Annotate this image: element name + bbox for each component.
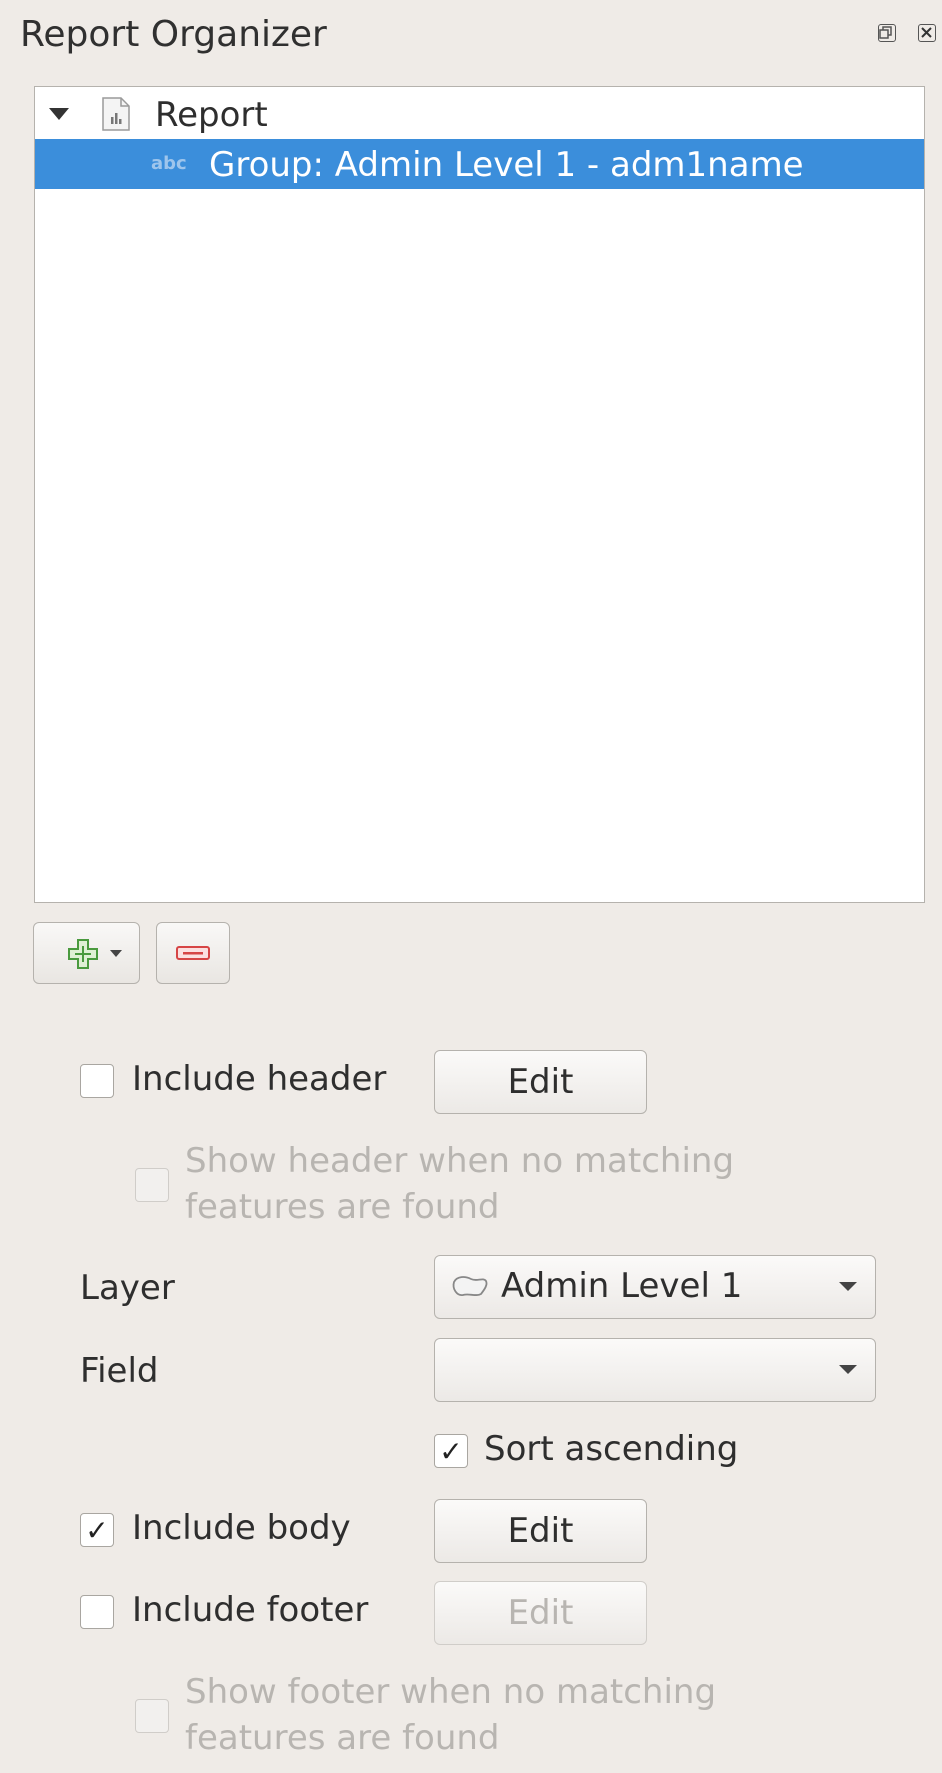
chevron-down-icon: [110, 950, 122, 957]
layer-select[interactable]: Admin Level 1: [434, 1255, 876, 1319]
field-label: Field: [80, 1351, 159, 1391]
footer-edit-button[interactable]: Edit: [434, 1581, 647, 1645]
expand-arrow-icon[interactable]: [49, 108, 69, 122]
chevron-down-icon: [839, 1282, 857, 1291]
show-footer-label-line1: Show footer when no matching: [185, 1672, 717, 1712]
polygon-layer-icon: [452, 1276, 488, 1297]
show-footer-label-line2: features are found: [185, 1718, 500, 1758]
panel-title: Report Organizer: [20, 14, 327, 55]
tree-item-group-label: Group: Admin Level 1 - adm1name: [209, 145, 804, 185]
field-select[interactable]: [434, 1338, 876, 1402]
include-header-label: Include header: [132, 1059, 387, 1099]
show-header-label-line2: features are found: [185, 1187, 500, 1227]
include-footer-label: Include footer: [132, 1590, 369, 1630]
remove-section-button[interactable]: [156, 922, 230, 984]
show-header-label-line1: Show header when no matching: [185, 1141, 735, 1181]
report-tree[interactable]: Report abc Group: Admin Level 1 - adm1na…: [34, 86, 925, 903]
include-footer-checkbox[interactable]: [80, 1595, 114, 1629]
include-body-checkbox[interactable]: ✓: [80, 1513, 114, 1547]
show-footer-checkbox[interactable]: [135, 1699, 169, 1733]
text-field-icon: abc: [151, 153, 187, 174]
report-document-icon: [102, 97, 130, 131]
layer-label: Layer: [80, 1268, 175, 1308]
add-plus-icon: [68, 939, 98, 969]
header-edit-button[interactable]: Edit: [434, 1050, 647, 1114]
close-panel-icon[interactable]: [918, 24, 936, 42]
body-edit-button[interactable]: Edit: [434, 1499, 647, 1563]
tree-item-group[interactable]: abc Group: Admin Level 1 - adm1name: [35, 139, 924, 189]
include-header-checkbox[interactable]: [80, 1064, 114, 1098]
sort-ascending-checkbox[interactable]: ✓: [434, 1434, 468, 1468]
add-section-button[interactable]: [33, 922, 140, 984]
sort-ascending-label: Sort ascending: [484, 1429, 739, 1469]
include-body-label: Include body: [132, 1508, 351, 1548]
tree-item-report[interactable]: Report: [35, 89, 924, 139]
layer-select-value: Admin Level 1: [501, 1266, 743, 1306]
chevron-down-icon: [839, 1365, 857, 1374]
remove-minus-icon: [176, 946, 210, 960]
show-header-checkbox[interactable]: [135, 1168, 169, 1202]
tree-item-report-label: Report: [155, 95, 268, 135]
float-dock-icon[interactable]: [878, 24, 896, 42]
